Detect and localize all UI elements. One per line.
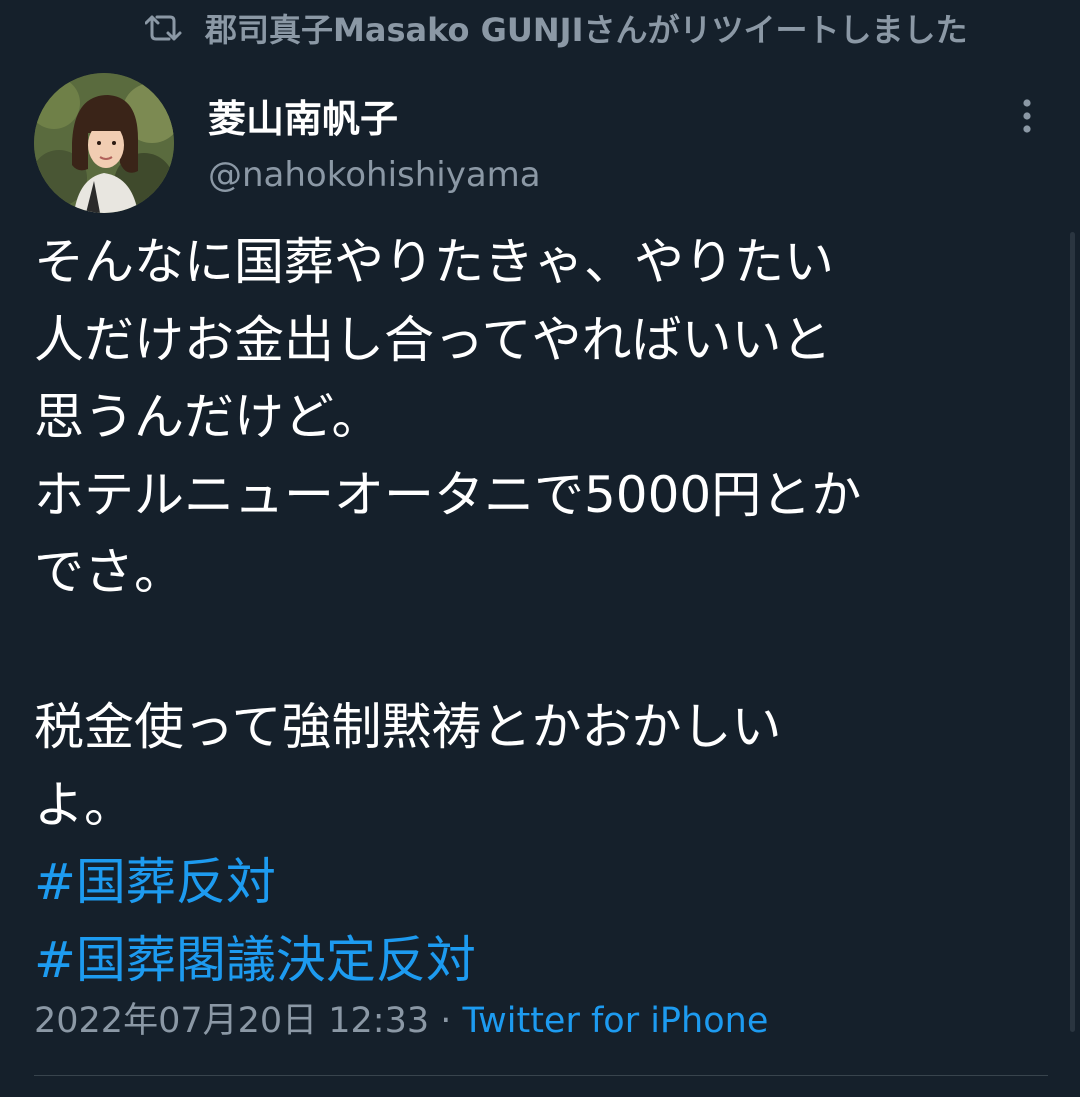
tweet-timestamp[interactable]: 2022年07月20日 12:33 — [34, 1001, 429, 1041]
hashtag-link[interactable]: #国葬閣議決定反対 — [34, 922, 1044, 1000]
more-icon — [1023, 99, 1031, 133]
tweet-line: 人だけお金出し合ってやればいいと — [34, 310, 832, 369]
meta-separator: · — [429, 1001, 463, 1041]
retweet-icon — [145, 13, 183, 43]
retweet-context[interactable]: 郡司真子Masako GUNJIさんがリツイートしました — [145, 6, 967, 50]
author-handle[interactable]: @nahokohishiyama — [208, 155, 541, 195]
tweet-line: 思うんだけど。 — [34, 388, 382, 446]
tweet-line: よ。 — [34, 775, 134, 834]
retweet-text: 郡司真子Masako GUNJIさんがリツイートしました — [205, 11, 968, 49]
scrollbar[interactable] — [1070, 232, 1075, 1032]
avatar[interactable] — [34, 73, 174, 213]
tweet-line: そんなに国葬やりたきゃ、やりたい — [34, 233, 834, 291]
author-display-name[interactable]: 菱山南帆子 — [208, 88, 398, 143]
tweet-line: 税金使って強制黙祷とかおかしい — [34, 698, 782, 756]
more-options-button[interactable] — [1010, 96, 1044, 136]
tweet-line: ホテルニューオータニで5000円とか — [34, 465, 862, 524]
tweet-line: でさ。 — [34, 543, 184, 601]
tweet-meta: 2022年07月20日 12:33 · Twitter for iPhone — [34, 992, 768, 1043]
hashtag-link[interactable]: #国葬反対 — [34, 844, 1044, 922]
divider — [34, 1075, 1048, 1076]
tweet-text: そんなに国葬やりたきゃ、やりたい 人だけお金出し合ってやればいいと 思うんだけど… — [34, 224, 1044, 999]
tweet-source-link[interactable]: Twitter for iPhone — [463, 1001, 769, 1041]
